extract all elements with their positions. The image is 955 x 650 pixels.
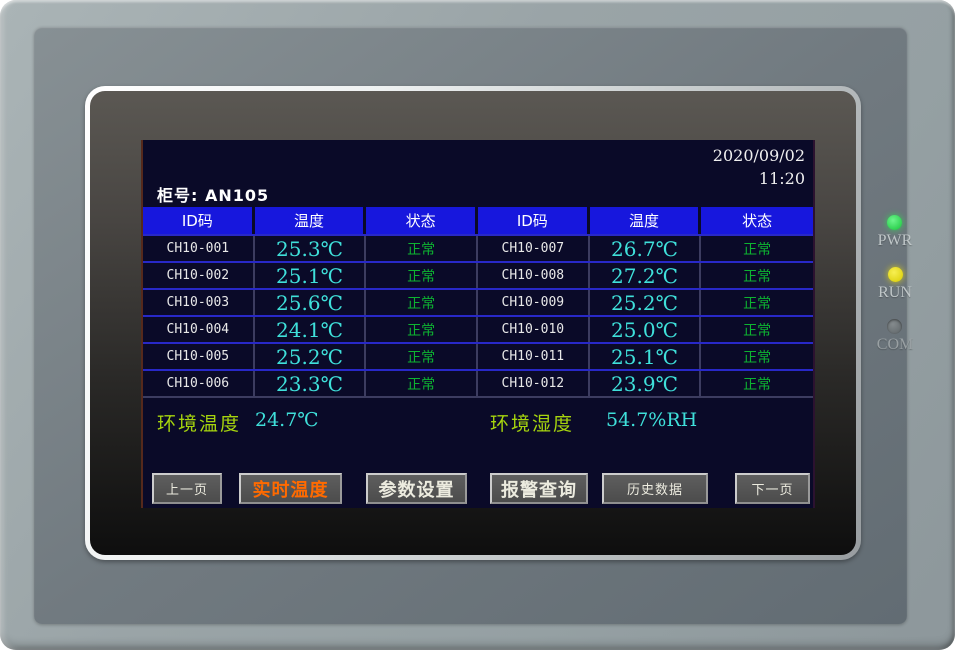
status-value: 正常 xyxy=(366,371,478,396)
env-humidity-label: 环境湿度 xyxy=(490,409,574,436)
env-temperature-value: 24.7℃ xyxy=(255,409,319,431)
column-header: 状态 xyxy=(366,207,478,234)
led-panel: PWR RUN COM xyxy=(866,215,924,354)
channel-id: CH10-009 xyxy=(478,290,590,315)
temperature-value: 25.1℃ xyxy=(255,263,367,288)
prev-page-button[interactable]: 上一页 xyxy=(152,473,222,504)
channel-id: CH10-002 xyxy=(143,263,255,288)
hmi-device: 2020/09/02 11:20 柜号: AN105 ID码温度状态ID码温度状… xyxy=(0,0,955,650)
table-row: CH10-00325.6℃正常CH10-00925.2℃正常 xyxy=(143,288,813,315)
channel-id: CH10-007 xyxy=(478,236,590,261)
temperature-value: 25.2℃ xyxy=(255,344,367,369)
temperature-value: 25.0℃ xyxy=(590,317,702,342)
temperature-value: 23.3℃ xyxy=(255,371,367,396)
channel-id: CH10-012 xyxy=(478,371,590,396)
com-led-icon xyxy=(887,319,902,334)
lcd-screen: 2020/09/02 11:20 柜号: AN105 ID码温度状态ID码温度状… xyxy=(143,140,813,508)
status-value: 正常 xyxy=(366,290,478,315)
temperature-value: 25.6℃ xyxy=(255,290,367,315)
table-row: CH10-00525.2℃正常CH10-01125.1℃正常 xyxy=(143,342,813,369)
channel-id: CH10-003 xyxy=(143,290,255,315)
temperature-value: 23.9℃ xyxy=(590,371,702,396)
status-value: 正常 xyxy=(366,236,478,261)
temperature-table: ID码温度状态ID码温度状态 CH10-00125.3℃正常CH10-00726… xyxy=(143,207,813,398)
column-header: ID码 xyxy=(143,207,255,234)
channel-id: CH10-011 xyxy=(478,344,590,369)
temperature-value: 26.7℃ xyxy=(590,236,702,261)
channel-id: CH10-008 xyxy=(478,263,590,288)
alarm-query-button[interactable]: 报警查询 xyxy=(490,473,588,504)
datetime-display: 2020/09/02 11:20 xyxy=(713,144,805,190)
status-value: 正常 xyxy=(366,263,478,288)
pwr-led-label: PWR xyxy=(878,232,913,250)
env-humidity-value: 54.7%RH xyxy=(606,409,697,431)
temperature-value: 25.1℃ xyxy=(590,344,702,369)
history-data-button[interactable]: 历史数据 xyxy=(602,473,708,504)
time-display: 11:20 xyxy=(713,167,805,190)
column-header: ID码 xyxy=(478,207,590,234)
status-value: 正常 xyxy=(701,236,813,261)
status-value: 正常 xyxy=(701,344,813,369)
channel-id: CH10-006 xyxy=(143,371,255,396)
date-display: 2020/09/02 xyxy=(713,144,805,167)
status-value: 正常 xyxy=(701,317,813,342)
column-header: 温度 xyxy=(255,207,367,234)
column-header: 状态 xyxy=(701,207,813,234)
com-led-label: COM xyxy=(877,336,913,354)
channel-id: CH10-005 xyxy=(143,344,255,369)
env-temperature-label: 环境温度 xyxy=(157,409,241,436)
channel-id: CH10-001 xyxy=(143,236,255,261)
status-value: 正常 xyxy=(366,317,478,342)
run-led-label: RUN xyxy=(878,284,912,302)
nav-button-bar: 上一页实时温度参数设置报警查询历史数据下一页 xyxy=(143,473,813,506)
channel-id: CH10-010 xyxy=(478,317,590,342)
channel-id: CH10-004 xyxy=(143,317,255,342)
cabinet-id-label: 柜号: AN105 xyxy=(157,182,269,206)
run-led-icon xyxy=(888,267,903,282)
next-page-button[interactable]: 下一页 xyxy=(735,473,810,504)
realtime-temperature-button[interactable]: 实时温度 xyxy=(239,473,342,504)
table-row: CH10-00125.3℃正常CH10-00726.7℃正常 xyxy=(143,234,813,261)
temperature-value: 24.1℃ xyxy=(255,317,367,342)
run-indicator: RUN xyxy=(878,267,912,302)
table-row: CH10-00424.1℃正常CH10-01025.0℃正常 xyxy=(143,315,813,342)
table-row: CH10-00225.1℃正常CH10-00827.2℃正常 xyxy=(143,261,813,288)
pwr-led-icon xyxy=(887,215,902,230)
status-value: 正常 xyxy=(701,290,813,315)
status-value: 正常 xyxy=(701,263,813,288)
parameter-settings-button[interactable]: 参数设置 xyxy=(366,473,467,504)
lcd-header: 2020/09/02 11:20 柜号: AN105 xyxy=(143,140,813,207)
table-body: CH10-00125.3℃正常CH10-00726.7℃正常CH10-00225… xyxy=(143,234,813,398)
table-row: CH10-00623.3℃正常CH10-01223.9℃正常 xyxy=(143,369,813,396)
temperature-value: 27.2℃ xyxy=(590,263,702,288)
temperature-value: 25.3℃ xyxy=(255,236,367,261)
pwr-indicator: PWR xyxy=(878,215,913,250)
com-indicator: COM xyxy=(877,319,913,354)
column-header: 温度 xyxy=(590,207,702,234)
status-value: 正常 xyxy=(366,344,478,369)
table-header-row: ID码温度状态ID码温度状态 xyxy=(143,207,813,234)
environment-row: 环境温度 24.7℃ 环境湿度 54.7%RH xyxy=(143,403,813,437)
temperature-value: 25.2℃ xyxy=(590,290,702,315)
status-value: 正常 xyxy=(701,371,813,396)
